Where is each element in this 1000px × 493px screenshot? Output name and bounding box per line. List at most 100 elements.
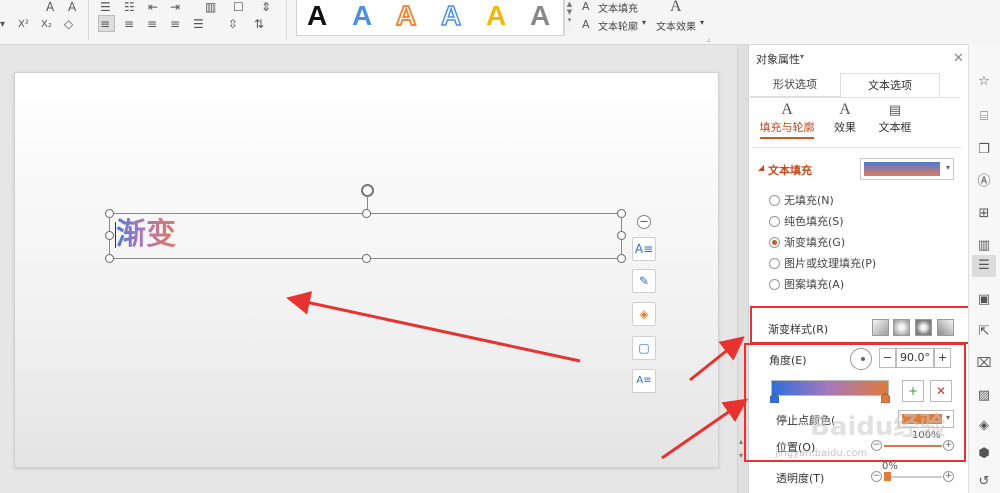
- gradient-rectangular-button[interactable]: [915, 319, 932, 336]
- collapse-toolbar-icon[interactable]: −: [637, 215, 651, 229]
- subtab-effects[interactable]: A 效果: [825, 101, 865, 135]
- grid-icon[interactable]: ⊞: [974, 204, 994, 224]
- slide[interactable]: [14, 72, 719, 468]
- columns-icon[interactable]: ▥: [205, 0, 216, 14]
- chevron-down-icon[interactable]: ▾: [0, 18, 5, 32]
- bullet-list-icon[interactable]: ☰: [100, 0, 111, 14]
- properties-sliders-icon[interactable]: ☰: [974, 256, 994, 276]
- resize-handle[interactable]: [105, 254, 114, 263]
- shape-star-icon[interactable]: ☆: [974, 72, 994, 92]
- shield-icon[interactable]: ⬢: [974, 444, 994, 464]
- scroll-up-icon[interactable]: ▴: [739, 437, 743, 446]
- angle-decrement-button[interactable]: −: [879, 348, 896, 368]
- align-center-icon[interactable]: ≡: [124, 17, 134, 31]
- text-style-icon[interactable]: Ⓐ: [974, 172, 994, 192]
- angle-increment-button[interactable]: +: [934, 348, 951, 368]
- add-stop-button[interactable]: +: [902, 380, 924, 402]
- radio-gradient-fill[interactable]: 渐变填充(G): [769, 234, 845, 250]
- remove-stop-button[interactable]: ✕: [930, 380, 952, 402]
- resize-handle[interactable]: [362, 209, 371, 218]
- resize-handle[interactable]: [105, 231, 114, 240]
- chevron-down-icon[interactable]: ▾: [642, 18, 646, 27]
- ribbon-expand-icon[interactable]: ⌟: [706, 34, 710, 44]
- style-gray[interactable]: A: [530, 1, 550, 31]
- image-icon[interactable]: ▨: [974, 386, 994, 406]
- share-icon[interactable]: ⇱: [974, 322, 994, 342]
- style-yellow[interactable]: A: [486, 1, 506, 31]
- gradient-text[interactable]: 渐变: [116, 216, 176, 254]
- text-box[interactable]: [109, 213, 622, 259]
- style-black[interactable]: A: [307, 1, 327, 31]
- distribute-icon[interactable]: ☰: [193, 17, 204, 31]
- diamond-icon[interactable]: ◈: [974, 416, 994, 436]
- gallery-scroll[interactable]: ▲ ▼ ▾: [564, 0, 574, 36]
- subtab-fill-outline[interactable]: A 填充与轮廓: [757, 101, 817, 135]
- gradient-radial-button[interactable]: [893, 319, 910, 336]
- gradient-bar[interactable]: [771, 380, 889, 396]
- text-outline-button[interactable]: 文本轮廓: [598, 18, 638, 33]
- angle-input[interactable]: 90.0°: [896, 348, 934, 368]
- gradient-stop-end[interactable]: [881, 393, 890, 403]
- border-icon[interactable]: ▢: [632, 336, 656, 360]
- text-box-icon[interactable]: ⌸: [974, 107, 994, 127]
- outdent-icon[interactable]: ⇥: [170, 0, 180, 14]
- shapes-icon[interactable]: ❐: [974, 140, 994, 160]
- style-orange-outline[interactable]: A: [395, 0, 417, 32]
- transparency-decrement-button[interactable]: −: [871, 471, 882, 482]
- style-blue[interactable]: A: [352, 1, 372, 31]
- font-grow-icon[interactable]: A: [46, 0, 54, 14]
- rotate-handle[interactable]: [361, 184, 374, 197]
- subtab-textbox[interactable]: ▤ 文本框: [874, 101, 916, 135]
- picture-icon[interactable]: ▣: [974, 290, 994, 310]
- close-icon[interactable]: ✕: [953, 51, 964, 66]
- resize-handle[interactable]: [105, 209, 114, 218]
- brush-icon[interactable]: ✎: [632, 269, 656, 293]
- resize-handle[interactable]: [617, 209, 626, 218]
- font-shrink-icon[interactable]: A: [68, 0, 76, 14]
- tab-shape-options[interactable]: 形状选项: [750, 73, 840, 97]
- text-direction-icon[interactable]: ☐: [233, 0, 244, 14]
- collapse-triangle-icon[interactable]: ◢: [758, 163, 764, 172]
- angle-dial[interactable]: [850, 348, 872, 370]
- radio-solid-fill[interactable]: 纯色填充(S): [769, 213, 844, 229]
- resize-handle[interactable]: [617, 231, 626, 240]
- radio-picture-fill[interactable]: 图片或纹理填充(P): [769, 255, 876, 271]
- gradient-path-button[interactable]: [937, 319, 954, 336]
- scroll-down-icon[interactable]: ▾: [739, 451, 743, 460]
- radio-pattern-fill[interactable]: 图案填充(A): [769, 276, 844, 292]
- sidebar-top: [968, 0, 1000, 45]
- resize-handle[interactable]: [362, 254, 371, 263]
- text-wrap-icon[interactable]: A≡: [632, 369, 656, 393]
- superscript-button[interactable]: X²: [18, 18, 29, 32]
- chevron-down-icon[interactable]: ▾: [800, 52, 804, 61]
- chart-icon[interactable]: ▥: [974, 236, 994, 256]
- subscript-button[interactable]: X₂: [41, 18, 52, 32]
- chevron-down-icon[interactable]: ▾: [700, 18, 704, 27]
- transparency-slider-thumb[interactable]: [884, 472, 891, 481]
- tab-text-options[interactable]: 文本选项: [840, 73, 940, 97]
- line-spacing-icon[interactable]: ⇕: [261, 0, 271, 14]
- numbered-list-icon[interactable]: ☷: [124, 0, 135, 14]
- transparency-increment-button[interactable]: +: [943, 471, 954, 482]
- text-effect-button[interactable]: 文本效果: [656, 18, 696, 33]
- history-icon[interactable]: ↺: [974, 472, 994, 492]
- ribbon-toolbar: A A ▾ X² X₂ ◇ ☰ ☷ ⇤ ⇥ ▥ ☐ ⇕ ≡ ≡ ≡ ≡ ☰ ⇳ …: [0, 0, 1000, 45]
- justify-icon[interactable]: ≡: [170, 17, 180, 31]
- text-layout-icon[interactable]: A≡: [632, 237, 656, 261]
- transparency-slider-track[interactable]: [884, 476, 942, 478]
- align-right-icon[interactable]: ≡: [147, 17, 157, 31]
- indent-icon[interactable]: ⇤: [148, 0, 158, 14]
- style-blue-outline[interactable]: A: [440, 0, 462, 31]
- resize-handle[interactable]: [617, 254, 626, 263]
- paragraph-spacing-icon[interactable]: ⇅: [254, 17, 264, 31]
- vertical-align-icon[interactable]: ⇳: [228, 17, 238, 31]
- fill-bucket-icon[interactable]: ◈: [632, 302, 656, 326]
- divider: [752, 147, 962, 148]
- text-fill-button[interactable]: 文本填充: [598, 0, 638, 15]
- fill-preset-dropdown[interactable]: ▾: [860, 158, 954, 180]
- gradient-stop-start[interactable]: [770, 393, 779, 403]
- eraser-icon[interactable]: ◇: [64, 17, 73, 31]
- gradient-linear-button[interactable]: [872, 319, 889, 336]
- radio-no-fill[interactable]: 无填充(N): [769, 192, 834, 208]
- archive-icon[interactable]: ⌧: [974, 354, 994, 374]
